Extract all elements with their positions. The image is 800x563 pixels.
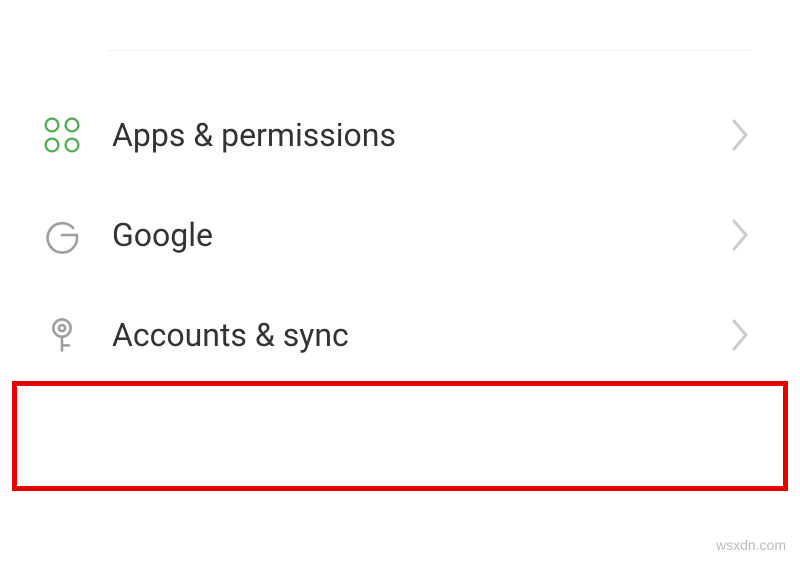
- settings-list: Apps & permissions Google: [0, 0, 800, 385]
- key-icon: [40, 313, 84, 357]
- google-icon: [40, 213, 84, 257]
- chevron-right-icon: [730, 117, 750, 153]
- apps-icon: [40, 113, 84, 157]
- settings-item-label: Google: [112, 216, 730, 254]
- settings-item-apps-permissions[interactable]: Apps & permissions: [0, 85, 800, 185]
- settings-item-label: Apps & permissions: [112, 116, 730, 154]
- divider: [108, 50, 750, 51]
- settings-item-accounts-sync[interactable]: Accounts & sync: [0, 285, 800, 385]
- chevron-right-icon: [730, 317, 750, 353]
- chevron-right-icon: [730, 217, 750, 253]
- settings-item-google[interactable]: Google: [0, 185, 800, 285]
- highlight-box: [12, 381, 788, 491]
- settings-item-label: Accounts & sync: [112, 316, 730, 354]
- watermark: wsxdn.com: [716, 537, 786, 553]
